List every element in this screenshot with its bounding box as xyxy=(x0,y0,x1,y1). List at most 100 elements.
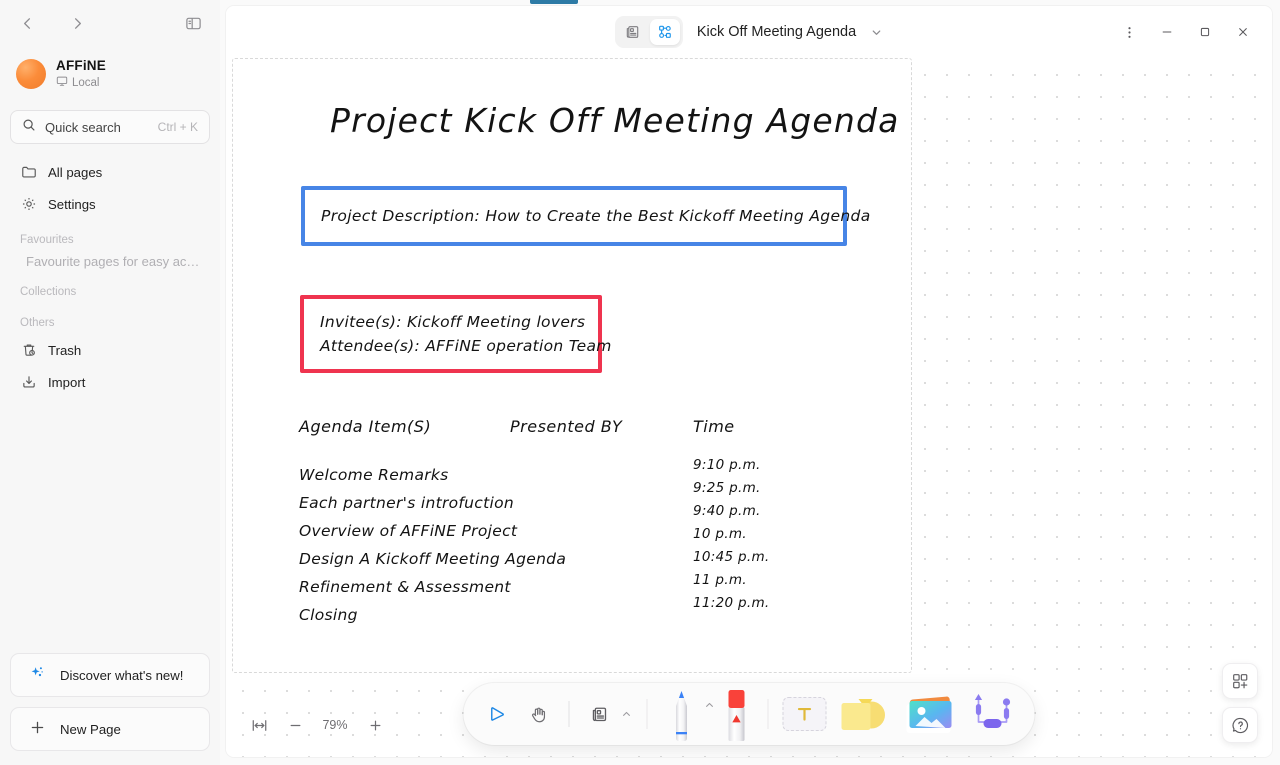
discover-whats-new-button[interactable]: Discover what's new! xyxy=(10,653,210,697)
document-heading[interactable]: Project Kick Off Meeting Agenda xyxy=(330,101,900,140)
agenda-time: 9:10 p.m. xyxy=(693,457,761,473)
window-controls xyxy=(1112,6,1260,58)
edgeless-canvas[interactable]: Project Kick Off Meeting Agenda Project … xyxy=(226,58,1272,757)
agenda-item: Refinement & Assessment xyxy=(299,578,511,596)
workspace-avatar xyxy=(16,59,46,89)
document-header: Kick Off Meeting Agenda xyxy=(226,6,1272,58)
sidebar-item-trash[interactable]: Trash xyxy=(10,334,210,366)
invitee-line: Invitee(s): Kickoff Meeting lovers xyxy=(320,313,586,331)
column-header-time: Time xyxy=(693,417,735,436)
maximize-button[interactable] xyxy=(1188,17,1222,47)
pen-options-caret-icon[interactable] xyxy=(704,699,716,711)
note-options-caret-icon[interactable] xyxy=(621,708,633,720)
workspace-card[interactable]: AFFiNE Local xyxy=(10,52,210,96)
zoom-level-value[interactable]: 79% xyxy=(318,718,352,732)
floating-action-buttons xyxy=(1222,663,1258,743)
quick-search-shortcut: Ctrl + K xyxy=(157,120,198,134)
agenda-item: Overview of AFFiNE Project xyxy=(299,522,518,540)
agenda-time: 11 p.m. xyxy=(693,572,747,588)
page-title[interactable]: Kick Off Meeting Agenda xyxy=(697,24,883,40)
project-description-box[interactable]: Project Description: How to Create the B… xyxy=(301,186,870,246)
sidebar-item-label: Settings xyxy=(48,196,96,212)
column-header-presented-by: Presented BY xyxy=(510,417,623,436)
agenda-item: Welcome Remarks xyxy=(299,466,449,484)
workspace-name: AFFiNE xyxy=(56,58,106,73)
note-block[interactable]: Project Kick Off Meeting Agenda Project … xyxy=(232,58,912,673)
agenda-item: Design A Kickoff Meeting Agenda xyxy=(299,550,567,568)
agenda-time-list: 9:10 p.m. 9:25 p.m. 9:40 p.m. 10 p.m. 10… xyxy=(693,456,770,613)
note-tool-button[interactable] xyxy=(581,695,619,733)
help-icon[interactable] xyxy=(1222,707,1258,743)
toolbar-divider xyxy=(568,701,570,727)
plus-icon xyxy=(29,719,46,739)
quick-search-input[interactable]: Quick search Ctrl + K xyxy=(10,110,210,144)
invitee-attendee-box[interactable]: Invitee(s): Kickoff Meeting lovers Atten… xyxy=(300,295,612,373)
import-icon xyxy=(20,374,37,390)
chevron-down-icon[interactable] xyxy=(870,26,883,39)
main-area: Kick Off Meeting Agenda Project Kick Off… xyxy=(220,0,1280,765)
sidebar-item-label: Trash xyxy=(48,342,82,358)
pen-tool-button[interactable] xyxy=(662,686,702,742)
page-title-text: Kick Off Meeting Agenda xyxy=(696,24,857,40)
main-shell: Kick Off Meeting Agenda Project Kick Off… xyxy=(226,6,1272,757)
hand-tool-button[interactable] xyxy=(520,695,558,733)
trash-icon xyxy=(20,342,37,358)
section-label-others: Others xyxy=(20,317,55,329)
quick-search-label: Quick search xyxy=(45,119,121,135)
agenda-table-header: Agenda Item(S) Presented BY Time xyxy=(299,417,859,447)
gear-icon xyxy=(20,196,37,212)
sidebar-item-label: Import xyxy=(48,374,86,390)
workspace-sub-label: Local xyxy=(72,76,100,89)
folder-icon xyxy=(20,164,37,180)
edgeless-mode-button[interactable] xyxy=(649,19,680,45)
sidebar-item-all-pages[interactable]: All pages xyxy=(10,156,210,188)
page-mode-button[interactable] xyxy=(618,19,648,45)
column-header-agenda-items: Agenda Item(S) xyxy=(299,417,432,436)
mode-switch xyxy=(614,16,683,48)
zoom-out-button[interactable] xyxy=(282,712,308,738)
favourites-empty-hint: Favourite pages for easy acc... xyxy=(26,254,204,269)
sidebar-item-settings[interactable]: Settings xyxy=(10,188,210,220)
back-button[interactable] xyxy=(12,8,42,38)
project-description-text: Project Description: How to Create the B… xyxy=(321,207,871,225)
workspace-sync-status: Local xyxy=(56,75,106,90)
image-tool-button[interactable] xyxy=(901,692,961,736)
select-tool-button[interactable] xyxy=(478,695,516,733)
edgeless-toolbar xyxy=(463,683,1035,745)
attendee-line: Attendee(s): AFFiNE operation Team xyxy=(320,337,612,355)
zoom-toolbar: 79% xyxy=(240,707,394,743)
section-label-favourites: Favourites xyxy=(20,234,74,246)
sidebar-topbar xyxy=(0,0,220,46)
fit-to-screen-icon[interactable] xyxy=(246,712,272,738)
agenda-time: 10:45 p.m. xyxy=(693,549,770,565)
sparkle-icon xyxy=(29,665,46,685)
discover-label: Discover what's new! xyxy=(60,667,184,683)
monitor-icon xyxy=(56,75,68,90)
sidebar-toggle-icon[interactable] xyxy=(178,8,208,38)
agenda-time: 10 p.m. xyxy=(693,526,747,542)
text-tool-button[interactable] xyxy=(782,697,827,731)
more-options-icon[interactable] xyxy=(1112,17,1146,47)
minimize-button[interactable] xyxy=(1150,17,1184,47)
section-label-collections: Collections xyxy=(20,286,77,298)
agenda-item: Closing xyxy=(299,606,358,624)
zoom-in-button[interactable] xyxy=(362,712,388,738)
tab-accent-indicator xyxy=(530,0,578,4)
connector-tool-button[interactable] xyxy=(965,690,1021,738)
sidebar-item-import[interactable]: Import xyxy=(10,366,210,398)
close-button[interactable] xyxy=(1226,17,1260,47)
eraser-tool-button[interactable] xyxy=(720,687,754,741)
agenda-item: Each partner's introfuction xyxy=(299,494,515,512)
agenda-item-list: Welcome Remarks Each partner's introfuct… xyxy=(299,464,566,627)
shape-tool-button[interactable] xyxy=(835,691,897,737)
forward-button[interactable] xyxy=(62,8,92,38)
add-widget-icon[interactable] xyxy=(1222,663,1258,699)
new-page-button[interactable]: New Page xyxy=(10,707,210,751)
workspace-text: AFFiNE Local xyxy=(56,58,106,90)
sidebar: AFFiNE Local Quick search Ctrl + K All p… xyxy=(0,0,220,765)
agenda-table[interactable]: Agenda Item(S) Presented BY Time Welcome… xyxy=(299,417,859,624)
search-icon xyxy=(22,118,36,137)
agenda-time: 9:40 p.m. xyxy=(693,503,761,519)
agenda-time: 11:20 p.m. xyxy=(693,595,770,611)
